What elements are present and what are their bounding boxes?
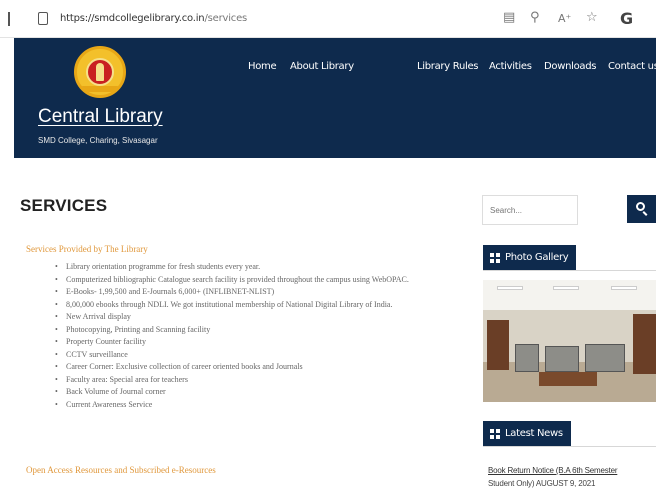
list-item: Computerized bibliographic Catalogue sea… — [54, 274, 464, 287]
reader-view-icon[interactable]: ▤ — [503, 10, 515, 25]
list-item: Property Counter facility — [54, 336, 464, 349]
lock-icon[interactable] — [38, 12, 48, 25]
divider — [483, 270, 656, 271]
back-arrow-icon[interactable] — [8, 12, 10, 26]
gallery-photo[interactable] — [483, 280, 656, 402]
news-item-link[interactable]: Book Return Notice (B.A 6th Semester — [488, 466, 618, 475]
section-heading-2: Open Access Resources and Subscribed e-R… — [26, 465, 216, 475]
list-item: 8,00,000 ebooks through NDLI. We got ins… — [54, 299, 464, 312]
services-list: Library orientation programme for fresh … — [54, 261, 464, 411]
list-item: Photocopying, Printing and Scanning faci… — [54, 324, 464, 337]
grid-icon — [490, 253, 500, 263]
url-field[interactable]: https://smdcollegelibrary.co.in/services — [60, 13, 247, 24]
news-item-date: Student Only) AUGUST 9, 2021 — [488, 479, 596, 488]
site-title[interactable]: Central Library — [38, 106, 163, 128]
list-item: Current Awareness Service — [54, 399, 464, 412]
list-item: Career Corner: Exclusive collection of c… — [54, 361, 464, 374]
site-subtitle: SMD College, Charing, Sivasagar — [38, 136, 158, 145]
list-item: Faculty area: Special area for teachers — [54, 374, 464, 387]
college-logo[interactable] — [74, 46, 126, 98]
list-item: CCTV surveillance — [54, 349, 464, 362]
list-item: Back Volume of Journal corner — [54, 386, 464, 399]
latest-news-title: Latest News — [505, 428, 563, 439]
section-heading: Services Provided by The Library — [26, 244, 148, 254]
search-input[interactable] — [483, 196, 577, 224]
favorite-icon[interactable]: ☆ — [586, 10, 598, 25]
profile-icon[interactable]: G — [620, 9, 633, 28]
browser-address-bar: https://smdcollegelibrary.co.in/services… — [0, 0, 656, 38]
search-box — [482, 195, 578, 225]
page-title: SERVICES — [20, 196, 108, 215]
nav-activities[interactable]: Activities — [489, 61, 532, 72]
photo-gallery-heading: Photo Gallery — [483, 245, 577, 271]
divider — [483, 446, 656, 447]
nav-about-library[interactable]: About Library — [290, 61, 354, 72]
url-path: /services — [204, 13, 248, 24]
site-header: Central Library SMD College, Charing, Si… — [14, 38, 656, 158]
search-icon — [636, 202, 645, 211]
grid-icon — [490, 429, 500, 439]
list-item: Library orientation programme for fresh … — [54, 261, 464, 274]
photo-gallery-title: Photo Gallery — [505, 252, 569, 263]
nav-home[interactable]: Home — [248, 61, 277, 72]
zoom-icon[interactable]: ⚲ — [530, 10, 540, 25]
list-item: New Arrival display — [54, 311, 464, 324]
nav-contact-us[interactable]: Contact us — [608, 61, 656, 72]
url-host: https://smdcollegelibrary.co.in — [60, 13, 205, 24]
read-aloud-icon[interactable]: A⁺ — [558, 12, 571, 25]
search-button[interactable] — [627, 195, 656, 223]
nav-library-rules[interactable]: Library Rules — [417, 61, 479, 72]
list-item: E-Books- 1,99,500 and E-Journals 6,000+ … — [54, 286, 464, 299]
latest-news-heading: Latest News — [483, 421, 571, 447]
nav-downloads[interactable]: Downloads — [544, 61, 597, 72]
